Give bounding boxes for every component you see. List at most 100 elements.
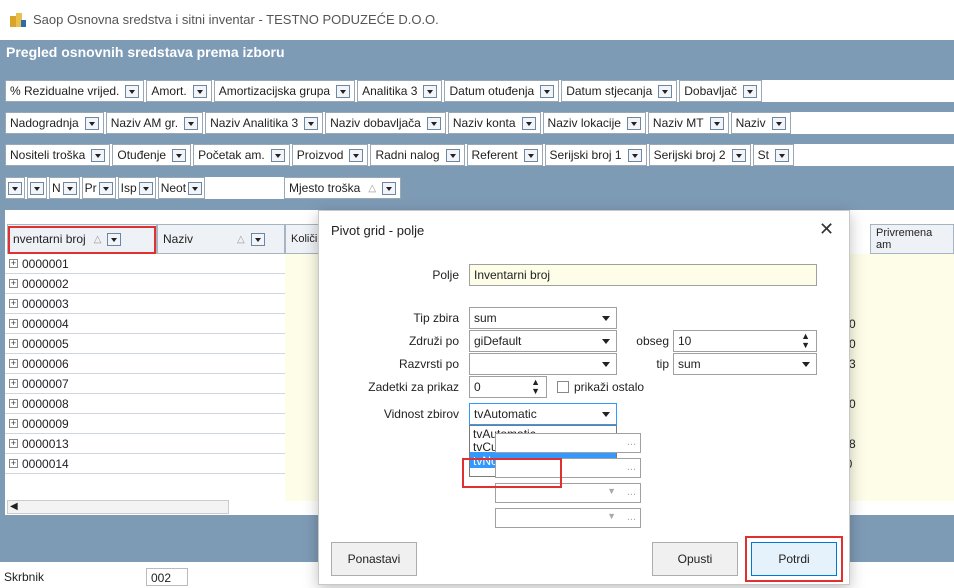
- table-row[interactable]: +0000009: [5, 414, 285, 434]
- zadetki-spinner[interactable]: 0 ▲ ▼: [469, 376, 547, 398]
- filter-field[interactable]: Naziv lokacije: [542, 112, 646, 134]
- filter-field[interactable]: Početak am.: [193, 144, 290, 166]
- dropdown-icon[interactable]: [62, 181, 77, 195]
- expand-icon[interactable]: +: [9, 339, 18, 348]
- prikazi-ostalo-checkbox[interactable]: [557, 381, 569, 393]
- dropdown-icon[interactable]: [771, 116, 786, 130]
- filter-field[interactable]: Amort.: [146, 80, 212, 102]
- filter-field[interactable]: Datum otuđenja: [444, 80, 560, 102]
- filter-field[interactable]: Otuđenje: [112, 144, 192, 166]
- horizontal-scrollbar[interactable]: ◀: [7, 500, 229, 514]
- extra-select-4[interactable]: ▼ ...: [495, 508, 641, 528]
- dropdown-icon[interactable]: [709, 116, 724, 130]
- filter-field[interactable]: Dobavljač: [679, 80, 762, 102]
- dropdown-icon[interactable]: [742, 84, 757, 98]
- filter-field[interactable]: Radni nalog: [370, 144, 465, 166]
- filter-field[interactable]: Datum stjecanja: [561, 80, 678, 102]
- dropdown-icon[interactable]: [540, 84, 555, 98]
- razvrsti-select[interactable]: [469, 353, 617, 375]
- row-field[interactable]: N: [49, 177, 80, 199]
- filter-field[interactable]: Nositeli troška: [5, 144, 111, 166]
- filter-field[interactable]: Amortizacijska grupa: [213, 80, 356, 102]
- dropdown-icon[interactable]: [774, 148, 789, 162]
- expand-icon[interactable]: +: [9, 359, 18, 368]
- dropdown-icon[interactable]: [521, 116, 536, 130]
- filter-field[interactable]: % Rezidualne vrijed.: [5, 80, 145, 102]
- row-field[interactable]: Isp: [117, 177, 156, 199]
- column-header-naziv[interactable]: Naziv △: [157, 224, 285, 254]
- filter-field[interactable]: Naziv Analitika 3: [205, 112, 324, 134]
- dropdown-icon[interactable]: [91, 148, 106, 162]
- dropdown-icon[interactable]: [188, 181, 203, 195]
- dropdown-icon[interactable]: [426, 116, 441, 130]
- table-row[interactable]: +0000013: [5, 434, 285, 454]
- expand-icon[interactable]: +: [9, 379, 18, 388]
- filter-field[interactable]: Naziv AM gr.: [105, 112, 204, 134]
- filter-field[interactable]: St: [752, 144, 794, 166]
- dropdown-icon[interactable]: [172, 148, 187, 162]
- filter-field[interactable]: Naziv konta: [447, 112, 541, 134]
- dropdown-icon[interactable]: [626, 116, 641, 130]
- expand-icon[interactable]: +: [9, 439, 18, 448]
- expand-icon[interactable]: +: [9, 419, 18, 428]
- dropdown-icon[interactable]: [523, 148, 538, 162]
- expand-icon[interactable]: +: [9, 279, 18, 288]
- expand-icon[interactable]: +: [9, 459, 18, 468]
- filter-field[interactable]: Naziv MT: [647, 112, 729, 134]
- obseg-spinner[interactable]: 10 ▲ ▼: [673, 330, 817, 352]
- dropdown-icon[interactable]: [445, 148, 460, 162]
- opusti-button[interactable]: Opusti: [652, 542, 738, 576]
- dropdown-icon[interactable]: [192, 84, 207, 98]
- expand-icon[interactable]: +: [9, 299, 18, 308]
- filter-field[interactable]: Serijski broj 1: [544, 144, 647, 166]
- expand-icon[interactable]: +: [9, 259, 18, 268]
- tip-zbira-select[interactable]: sum: [469, 307, 617, 329]
- polje-field[interactable]: Inventarni broj: [469, 264, 817, 286]
- filter-field[interactable]: Serijski broj 2: [648, 144, 751, 166]
- dropdown-icon[interactable]: [250, 232, 265, 246]
- row-field[interactable]: [27, 177, 47, 199]
- ponastavi-button[interactable]: Ponastavi: [331, 542, 417, 576]
- filter-field[interactable]: Naziv dobavljača: [325, 112, 446, 134]
- filter-field[interactable]: Analitika 3: [357, 80, 443, 102]
- dropdown-icon[interactable]: [658, 84, 673, 98]
- filter-field[interactable]: Proizvod: [291, 144, 369, 166]
- dropdown-icon[interactable]: [336, 84, 351, 98]
- row-field[interactable]: Pr: [81, 177, 116, 199]
- dropdown-icon[interactable]: [382, 181, 397, 195]
- expand-icon[interactable]: +: [9, 319, 18, 328]
- dropdown-icon[interactable]: [98, 181, 113, 195]
- row-field[interactable]: Neot: [157, 177, 206, 199]
- extra-select-1[interactable]: ...: [495, 433, 641, 453]
- dropdown-icon[interactable]: [423, 84, 438, 98]
- zdruzi-select[interactable]: giDefault: [469, 330, 617, 352]
- tip-select[interactable]: sum: [673, 353, 817, 375]
- field-mjesto-troska[interactable]: Mjesto troška △: [284, 177, 402, 199]
- close-icon[interactable]: ✕: [819, 219, 834, 240]
- vidnost-select[interactable]: tvAutomatic: [469, 403, 617, 425]
- table-row[interactable]: +0000001: [5, 254, 285, 274]
- dropdown-icon[interactable]: [30, 181, 44, 195]
- table-row[interactable]: +0000008: [5, 394, 285, 414]
- dropdown-icon[interactable]: [138, 181, 153, 195]
- column-header-privremena[interactable]: Privremena am: [870, 224, 954, 254]
- filter-field[interactable]: Naziv: [730, 112, 791, 134]
- spinner-icon[interactable]: ▲ ▼: [531, 378, 540, 396]
- dropdown-icon[interactable]: [731, 148, 746, 162]
- table-row[interactable]: +0000006: [5, 354, 285, 374]
- row-field[interactable]: [5, 177, 25, 199]
- dropdown-icon[interactable]: [304, 116, 319, 130]
- dropdown-icon[interactable]: [84, 116, 99, 130]
- filter-field[interactable]: Nadogradnja: [5, 112, 104, 134]
- table-row[interactable]: +0000002: [5, 274, 285, 294]
- spinner-icon[interactable]: ▲ ▼: [801, 332, 810, 350]
- table-row[interactable]: +0000005: [5, 334, 285, 354]
- dropdown-icon[interactable]: [184, 116, 199, 130]
- expand-icon[interactable]: +: [9, 399, 18, 408]
- scroll-left-icon[interactable]: ◀: [10, 501, 18, 512]
- dropdown-icon[interactable]: [8, 181, 22, 195]
- filter-field[interactable]: Referent: [466, 144, 543, 166]
- dropdown-icon[interactable]: [627, 148, 642, 162]
- dropdown-icon[interactable]: [349, 148, 364, 162]
- table-row[interactable]: +0000003: [5, 294, 285, 314]
